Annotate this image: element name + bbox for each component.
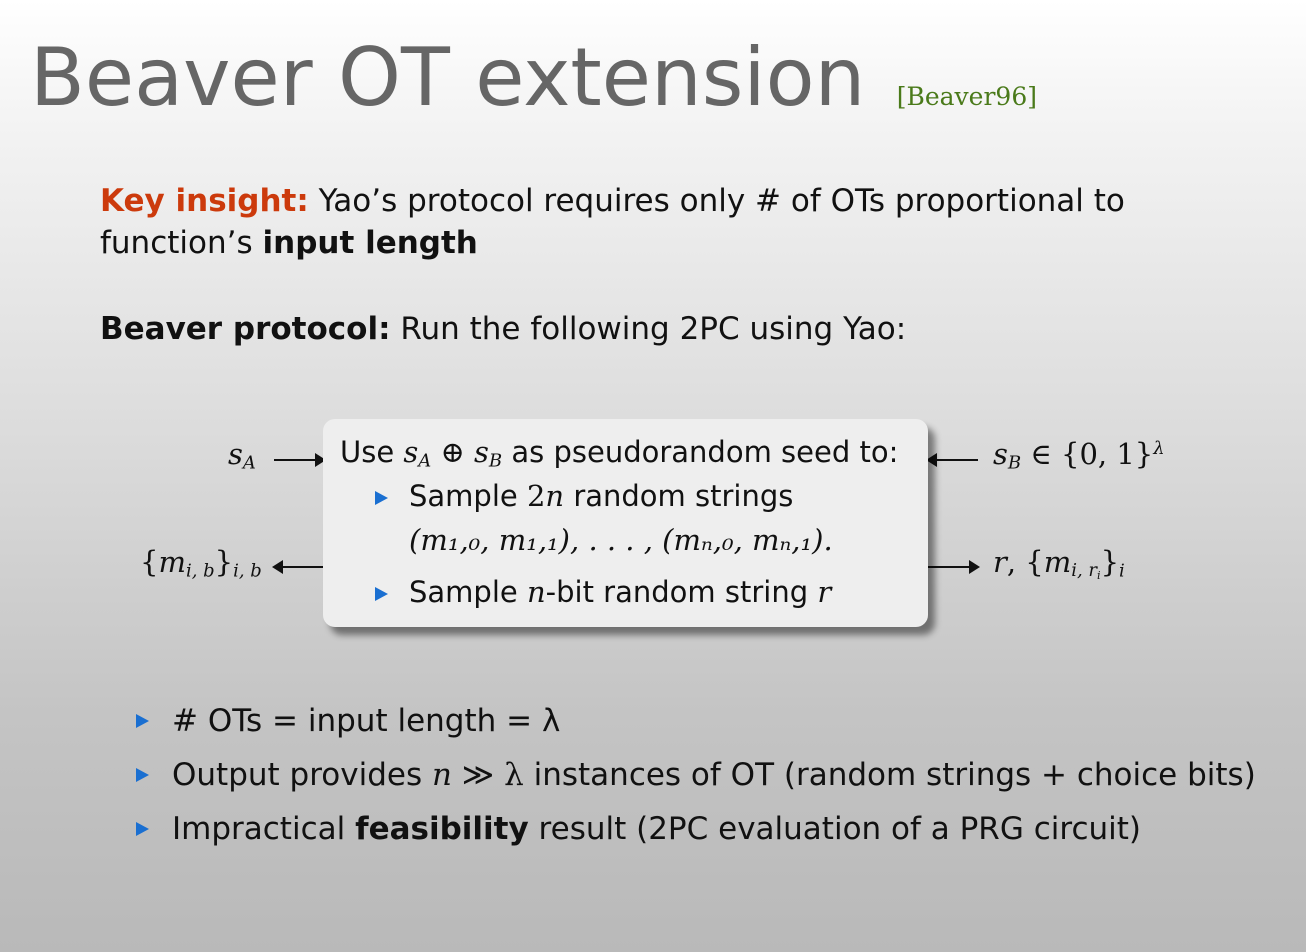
bullet-triangle-icon <box>136 822 149 836</box>
list-item: # OTs = input length = λ <box>136 700 1256 754</box>
left-input-label: sA <box>228 437 256 474</box>
beaver-protocol-text: Run the following 2PC using Yao: <box>390 311 907 347</box>
right-output-label: r, {mi, ri}i <box>993 545 1125 583</box>
protocol-box: Use sA ⊕ sB as pseudorandom seed to: Sam… <box>323 419 928 627</box>
list-item: Output provides n ≫ λ instances of OT (r… <box>136 754 1256 808</box>
left-input-arrow <box>274 453 326 467</box>
beaver-protocol-paragraph: Beaver protocol: Run the following 2PC u… <box>100 308 906 350</box>
box-bullet-sample-strings: Sample 2n random strings <box>409 479 794 513</box>
list-item: Impractical feasibility result (2PC eval… <box>136 808 1256 862</box>
slide-title-text: Beaver OT extension <box>30 31 866 124</box>
bullet-triangle-icon <box>136 768 149 782</box>
right-input-label: sB ∈ {0, 1}λ <box>993 437 1165 474</box>
right-output-arrow <box>928 560 980 574</box>
slide-title: Beaver OT extension [Beaver96] <box>30 38 1037 118</box>
summary-list: # OTs = input length = λ Output provides… <box>136 700 1256 862</box>
beaver-protocol-label: Beaver protocol: <box>100 311 391 347</box>
key-insight-bold: input length <box>262 225 478 261</box>
bullet-triangle-icon <box>375 587 388 601</box>
bullet-triangle-icon <box>136 714 149 728</box>
key-insight-paragraph: Key insight: Yao’s protocol requires onl… <box>100 180 1150 264</box>
key-insight-label: Key insight: <box>100 183 309 219</box>
left-output-arrow <box>272 560 324 574</box>
box-bullet-sample-r: Sample n-bit random string r <box>409 575 832 609</box>
right-input-arrow <box>926 453 978 467</box>
box-bullet-strings-math: (m₁,₀, m₁,₁), . . . , (mₙ,₀, mₙ,₁). <box>409 523 833 557</box>
left-output-label: {mi, b}i, b <box>140 545 262 582</box>
box-heading: Use sA ⊕ sB as pseudorandom seed to: <box>340 435 899 472</box>
citation: [Beaver96] <box>896 82 1037 111</box>
bullet-triangle-icon <box>375 491 388 505</box>
